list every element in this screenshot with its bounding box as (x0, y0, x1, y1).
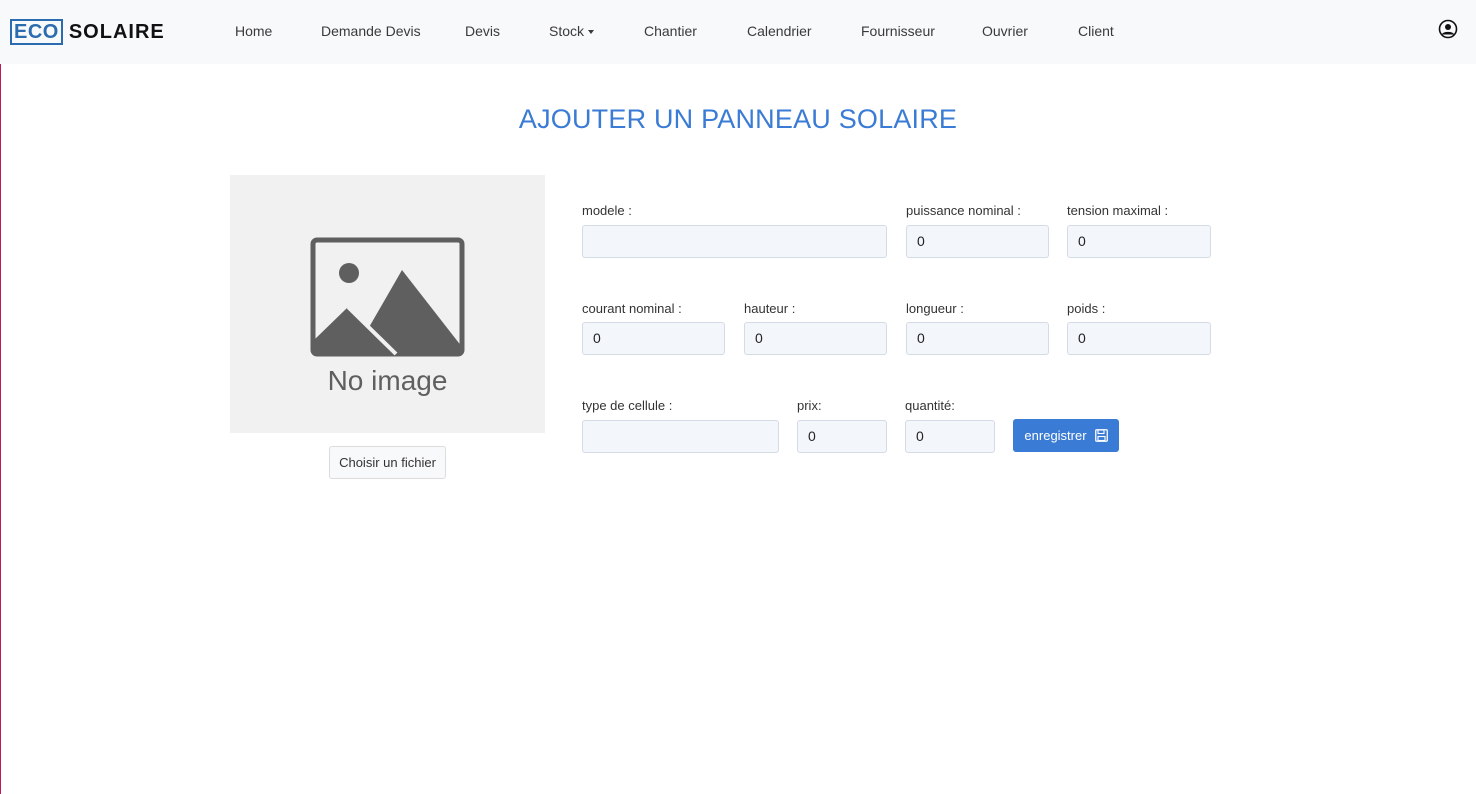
user-circle-icon[interactable] (1438, 19, 1458, 39)
modele-label: modele : (582, 203, 632, 218)
tension-maximal-input[interactable]: 0 (1067, 225, 1211, 258)
quantite-label: quantité: (905, 398, 955, 413)
no-image-text: No image (327, 365, 448, 396)
nav-demande-devis[interactable]: Demande Devis (321, 22, 421, 40)
brand-eco: ECO (10, 19, 63, 45)
save-button[interactable]: enregistrer (1013, 419, 1119, 452)
prix-label: prix: (797, 398, 822, 413)
nav-stock-dropdown[interactable]: Stock (549, 22, 595, 40)
type-de-cellule-input[interactable] (582, 420, 779, 453)
courant-nominal-input[interactable]: 0 (582, 322, 725, 355)
nav-calendrier[interactable]: Calendrier (747, 22, 812, 40)
choose-file-button[interactable]: Choisir un fichier (329, 446, 446, 479)
hauteur-label: hauteur : (744, 301, 796, 316)
floppy-disk-icon (1094, 429, 1108, 442)
poids-input[interactable]: 0 (1067, 322, 1211, 355)
poids-label: poids : (1067, 301, 1106, 316)
top-navbar: ECO SOLAIRE Home Demande Devis Devis Sto… (0, 0, 1476, 64)
nav-stock-label: Stock (549, 23, 585, 39)
nav-fournisseur[interactable]: Fournisseur (861, 22, 935, 40)
page-title: AJOUTER UN PANNEAU SOLAIRE (518, 104, 958, 134)
type-de-cellule-label: type de cellule : (582, 398, 673, 413)
longueur-label: longueur : (906, 301, 964, 316)
modele-input[interactable] (582, 225, 887, 258)
image-preview: No image (230, 175, 545, 433)
prix-input[interactable]: 0 (797, 420, 887, 453)
image-placeholder-icon (310, 237, 465, 357)
nav-devis[interactable]: Devis (465, 22, 500, 40)
nav-chantier[interactable]: Chantier (644, 22, 697, 40)
nav-home[interactable]: Home (235, 22, 272, 40)
quantite-input[interactable]: 0 (905, 420, 995, 453)
save-button-label: enregistrer (1024, 428, 1087, 443)
nav-ouvrier[interactable]: Ouvrier (982, 22, 1028, 40)
brand-solaire: SOLAIRE (68, 20, 165, 43)
nav-client[interactable]: Client (1078, 22, 1114, 40)
courant-nominal-label: courant nominal : (582, 301, 682, 316)
tension-maximal-label: tension maximal : (1067, 203, 1169, 218)
caret-down-icon (588, 30, 595, 35)
puissance-nominal-label: puissance nominal : (906, 203, 1021, 218)
longueur-input[interactable]: 0 (906, 322, 1049, 355)
hauteur-input[interactable]: 0 (744, 322, 887, 355)
puissance-nominal-input[interactable]: 0 (906, 225, 1049, 258)
brand-logo[interactable]: ECO SOLAIRE (10, 19, 165, 45)
